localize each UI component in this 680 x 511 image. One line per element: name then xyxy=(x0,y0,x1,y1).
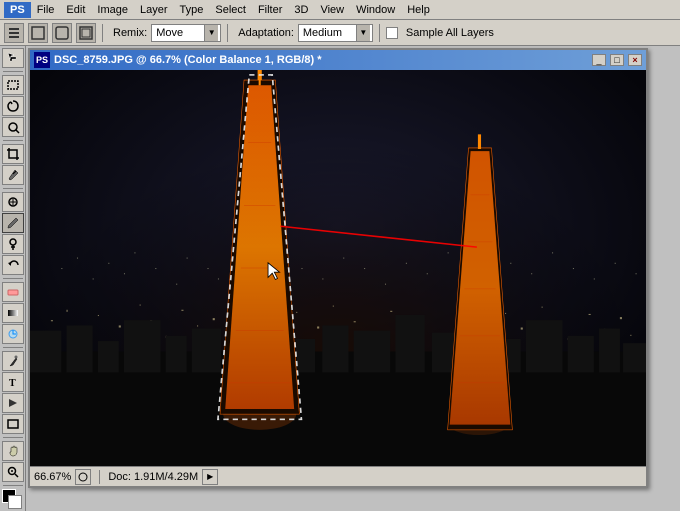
zoom-btn[interactable] xyxy=(2,462,24,482)
tool-sep5 xyxy=(3,347,23,348)
tool-sep2 xyxy=(3,140,23,141)
menu-image[interactable]: Image xyxy=(91,2,134,18)
blur-btn[interactable] xyxy=(2,324,24,344)
eraser-btn[interactable] xyxy=(2,282,24,302)
adaptation-dropdown-arrow[interactable]: ▼ xyxy=(356,25,370,41)
brush-tool-btn[interactable] xyxy=(2,213,24,233)
remix-label: Remix: xyxy=(113,27,147,39)
crop-tool-btn[interactable] xyxy=(2,144,24,164)
path-selection-btn[interactable] xyxy=(2,393,24,413)
lasso-tool-btn[interactable] xyxy=(2,96,24,116)
options-sep2 xyxy=(227,24,228,42)
document-titlebar: PS DSC_8759.JPG @ 66.7% (Color Balance 1… xyxy=(30,50,646,70)
quick-select-btn[interactable] xyxy=(2,117,24,137)
restore-button[interactable]: □ xyxy=(610,54,624,66)
sample-all-checkbox[interactable] xyxy=(386,27,398,39)
fg-bg-colors[interactable] xyxy=(2,489,24,509)
sample-all-row: Sample All Layers xyxy=(386,27,494,39)
status-arrow-btn[interactable]: ▶ xyxy=(202,469,218,485)
menu-edit[interactable]: Edit xyxy=(60,2,91,18)
menu-3d[interactable]: 3D xyxy=(288,2,314,18)
zoom-indicator-btn[interactable] xyxy=(75,469,91,485)
options-sep3 xyxy=(379,24,380,42)
document-window: PS DSC_8759.JPG @ 66.7% (Color Balance 1… xyxy=(28,48,648,488)
menu-file[interactable]: File xyxy=(31,2,61,18)
svg-text:T: T xyxy=(9,378,16,389)
tool-sep3 xyxy=(3,188,23,189)
menu-view[interactable]: View xyxy=(314,2,350,18)
ps-icon: PS xyxy=(34,52,50,68)
menu-type[interactable]: Type xyxy=(174,2,210,18)
menu-help[interactable]: Help xyxy=(401,2,436,18)
doc-size: Doc: 1.91M/4.29M xyxy=(108,471,198,483)
menu-select[interactable]: Select xyxy=(209,2,252,18)
menu-ps[interactable]: PS xyxy=(4,2,31,18)
tool-options-icon2 xyxy=(28,23,48,43)
remix-dropdown-arrow[interactable]: ▼ xyxy=(204,25,218,41)
sample-all-label: Sample All Layers xyxy=(406,27,494,39)
adaptation-value: Medium xyxy=(301,27,356,39)
clone-stamp-btn[interactable] xyxy=(2,234,24,254)
tool-sep6 xyxy=(3,437,23,438)
type-btn[interactable]: T xyxy=(2,372,24,392)
document-canvas[interactable]: .selection-dash { fill: none; stroke: wh… xyxy=(30,70,646,466)
document-title: DSC_8759.JPG @ 66.7% (Color Balance 1, R… xyxy=(54,54,588,66)
remix-select[interactable]: Move ▼ xyxy=(151,24,221,42)
pen-btn[interactable] xyxy=(2,351,24,371)
status-sep xyxy=(99,470,100,484)
eyedropper-btn[interactable] xyxy=(2,165,24,185)
menu-filter[interactable]: Filter xyxy=(252,2,288,18)
close-button[interactable]: × xyxy=(628,54,642,66)
tool-sep7 xyxy=(3,485,23,486)
minimize-button[interactable]: _ xyxy=(592,54,606,66)
tool-options-icon4 xyxy=(76,23,96,43)
move-tool-btn[interactable] xyxy=(2,48,24,68)
adaptation-select[interactable]: Medium ▼ xyxy=(298,24,373,42)
tool-options-icon3 xyxy=(52,23,72,43)
rectangular-marquee-btn[interactable] xyxy=(2,75,24,95)
history-brush-btn[interactable] xyxy=(2,255,24,275)
zoom-level: 66.67% xyxy=(34,471,71,483)
rectangle-shape-btn[interactable] xyxy=(2,414,24,434)
menu-layer[interactable]: Layer xyxy=(134,2,174,18)
hand-btn[interactable] xyxy=(2,441,24,461)
tool-sep4 xyxy=(3,278,23,279)
adaptation-label: Adaptation: xyxy=(238,27,294,39)
options-sep1 xyxy=(102,24,103,42)
gradient-btn[interactable] xyxy=(2,303,24,323)
remix-value: Move xyxy=(154,27,204,39)
tool-sep1 xyxy=(3,71,23,72)
document-statusbar: 66.67% Doc: 1.91M/4.29M ▶ xyxy=(30,466,646,486)
tool-options-icon xyxy=(4,23,24,43)
menu-bar: PS File Edit Image Layer Type Select Fil… xyxy=(0,0,680,20)
city-image: .selection-dash { fill: none; stroke: wh… xyxy=(30,70,646,466)
options-bar: Remix: Move ▼ Adaptation: Medium ▼ Sampl… xyxy=(0,20,680,46)
menu-window[interactable]: Window xyxy=(350,2,401,18)
city-svg: .selection-dash { fill: none; stroke: wh… xyxy=(30,70,646,466)
healing-brush-btn[interactable] xyxy=(2,192,24,212)
tool-palette: T xyxy=(0,46,26,511)
